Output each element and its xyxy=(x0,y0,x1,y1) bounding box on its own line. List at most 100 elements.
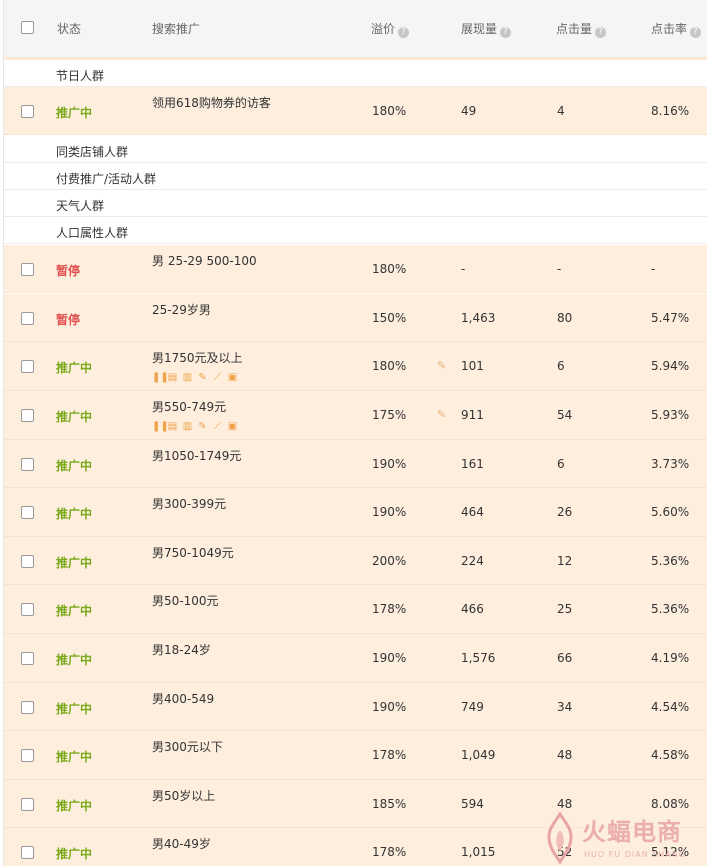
watermark-title: 火蝠电商 xyxy=(582,818,682,846)
help-icon[interactable]: ? xyxy=(398,27,410,38)
help-icon[interactable]: ? xyxy=(500,27,512,38)
clicks-value: 4 xyxy=(557,104,565,118)
ctr-value: 4.54% xyxy=(651,700,690,714)
pause-icon[interactable]: ❚❚ xyxy=(152,372,169,383)
crowd-name: 25-29岁男 xyxy=(152,303,211,317)
edit-pencil-icon[interactable]: ✎ xyxy=(437,359,446,372)
status-badge: 推广中 xyxy=(56,799,93,813)
status-badge: 推广中 xyxy=(56,847,93,861)
status-badge: 推广中 xyxy=(56,604,93,618)
select-all-checkbox[interactable] xyxy=(21,21,34,34)
table-row[interactable]: 推广中 男1050-1749元 190% 161 6 3.73% xyxy=(4,440,707,488)
table-row[interactable]: 推广中 男400-549 190% 749 34 4.54% xyxy=(4,683,707,731)
group-row[interactable]: 节日人群 xyxy=(4,60,707,87)
help-icon[interactable]: ? xyxy=(595,27,607,38)
premium-value: 200% xyxy=(372,554,407,568)
crowd-name: 男50-100元 xyxy=(152,594,219,608)
crowd-name: 领用618购物券的访客 xyxy=(152,96,271,110)
ctr-value: 5.93% xyxy=(651,408,690,422)
status-badge: 推广中 xyxy=(56,106,93,120)
status-badge: 暂停 xyxy=(56,313,81,327)
copy-icon[interactable]: ▤ xyxy=(167,372,178,383)
table-row[interactable]: 推广中 男1750元及以上 ❚❚ ▤ ▥ ✎ ⟋ ▣ 180% ✎ 101 6 … xyxy=(4,342,707,391)
table-row[interactable]: 推广中 男550-749元 ❚❚ ▤ ▥ ✎ ⟋ ▣ 175% ✎ 911 54… xyxy=(4,391,707,440)
impressions-value: 161 xyxy=(461,457,484,471)
table-row[interactable]: 推广中 男300元以下 178% 1,049 48 4.58% xyxy=(4,731,707,780)
ctr-value: 5.36% xyxy=(651,602,690,616)
edit-icon[interactable]: ✎ xyxy=(197,372,208,383)
clicks-value: 25 xyxy=(557,602,573,616)
row-checkbox[interactable] xyxy=(21,506,34,519)
table-row[interactable]: 推广中 男18-24岁 190% 1,576 66 4.19% xyxy=(4,634,707,683)
table-row[interactable]: 推广中 男50-100元 178% 466 25 5.36% xyxy=(4,585,707,634)
edit-icon[interactable]: ✎ xyxy=(197,421,208,432)
table-row[interactable]: 推广中 男300-399元 190% 464 26 5.60% xyxy=(4,488,707,537)
group-row[interactable]: 天气人群 xyxy=(4,190,707,217)
row-checkbox[interactable] xyxy=(21,360,34,373)
group-label: 付费推广/活动人群 xyxy=(56,172,157,186)
row-checkbox[interactable] xyxy=(21,749,34,762)
row-checkbox[interactable] xyxy=(21,263,34,276)
report-icon[interactable]: ▣ xyxy=(227,372,238,383)
impressions-value: - xyxy=(461,262,466,276)
header-impressions-label: 展现量 xyxy=(461,22,498,36)
row-checkbox[interactable] xyxy=(21,105,34,118)
clicks-value: 66 xyxy=(557,651,573,665)
group-row[interactable]: 付费推广/活动人群 xyxy=(4,163,707,190)
help-icon[interactable]: ? xyxy=(690,27,702,38)
premium-value: 190% xyxy=(372,457,407,471)
watermark-subtitle: HUO FU DIAN SHANG xyxy=(584,850,686,859)
header-premium[interactable]: 溢价? xyxy=(371,20,410,38)
delete-icon[interactable]: ▥ xyxy=(182,372,193,383)
header-ctr-label: 点击率 xyxy=(651,22,688,36)
row-checkbox[interactable] xyxy=(21,555,34,568)
crowd-name: 男1750元及以上 xyxy=(152,351,243,365)
table-row[interactable]: 暂停 25-29岁男 150% 1,463 80 5.47% xyxy=(4,294,707,342)
ctr-value: 5.36% xyxy=(651,554,690,568)
table-row[interactable]: 推广中 男750-1049元 200% 224 12 5.36% xyxy=(4,537,707,585)
status-badge: 推广中 xyxy=(56,702,93,716)
report-icon[interactable]: ▣ xyxy=(227,421,238,432)
status-badge: 推广中 xyxy=(56,750,93,764)
copy-icon[interactable]: ▤ xyxy=(167,421,178,432)
ctr-value: - xyxy=(651,262,656,276)
pause-icon[interactable]: ❚❚ xyxy=(152,421,169,432)
row-checkbox[interactable] xyxy=(21,409,34,422)
edit-pencil-icon[interactable]: ✎ xyxy=(437,408,446,421)
crowd-name: 男50岁以上 xyxy=(152,789,216,803)
clicks-value: 48 xyxy=(557,748,573,762)
row-checkbox[interactable] xyxy=(21,701,34,714)
crowd-name: 男300-399元 xyxy=(152,497,227,511)
group-label: 节日人群 xyxy=(56,69,105,83)
header-search: 搜索推广 xyxy=(152,22,201,36)
table-row[interactable]: 推广中 领用618购物券的访客 180% 49 4 8.16% xyxy=(4,87,707,135)
premium-value: 180% xyxy=(372,104,407,118)
row-checkbox[interactable] xyxy=(21,458,34,471)
flame-logo-icon xyxy=(547,812,573,864)
premium-value: 185% xyxy=(372,797,407,811)
row-checkbox[interactable] xyxy=(21,312,34,325)
delete-icon[interactable]: ▥ xyxy=(182,421,193,432)
group-row[interactable]: 人口属性人群 xyxy=(4,217,707,244)
impressions-value: 1,463 xyxy=(461,311,496,325)
crowd-name: 男1050-1749元 xyxy=(152,449,242,463)
row-checkbox[interactable] xyxy=(21,846,34,859)
chart-icon[interactable]: ⟋ xyxy=(212,372,223,383)
crowd-name: 男 25-29 500-100 xyxy=(152,254,257,268)
impressions-value: 594 xyxy=(461,797,484,811)
clicks-value: 54 xyxy=(557,408,573,422)
row-checkbox[interactable] xyxy=(21,603,34,616)
status-badge: 推广中 xyxy=(56,507,93,521)
row-checkbox[interactable] xyxy=(21,652,34,665)
row-checkbox[interactable] xyxy=(21,798,34,811)
table-row[interactable]: 暂停 男 25-29 500-100 180% - - - xyxy=(4,245,707,293)
table-header: 状态 搜索推广 溢价? 展现量? 点击量? 点击率? xyxy=(4,0,707,60)
header-clicks[interactable]: 点击量? xyxy=(556,20,607,38)
premium-value: 175% xyxy=(372,408,407,422)
impressions-value: 464 xyxy=(461,505,484,519)
crowd-name: 男750-1049元 xyxy=(152,546,234,560)
header-ctr[interactable]: 点击率? xyxy=(651,20,702,38)
group-row[interactable]: 同类店铺人群 xyxy=(4,136,707,163)
header-impressions[interactable]: 展现量? xyxy=(461,20,512,38)
chart-icon[interactable]: ⟋ xyxy=(212,421,223,432)
